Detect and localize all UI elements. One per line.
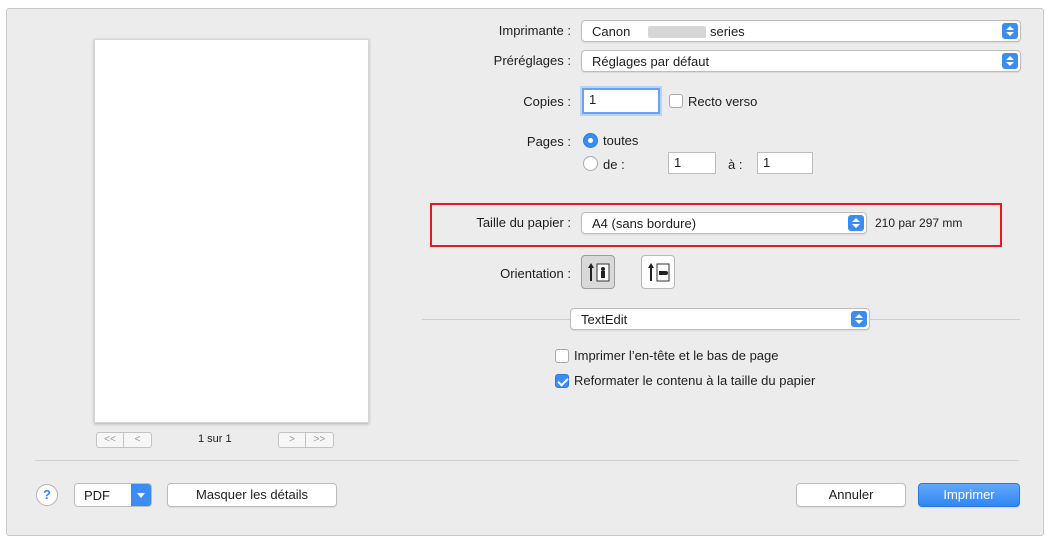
printer-name-prefix: Canon <box>592 24 631 39</box>
copies-input[interactable]: 1 <box>582 88 660 114</box>
landscape-orientation-icon <box>648 263 670 282</box>
duplex-checkbox[interactable] <box>669 94 683 108</box>
printer-popup[interactable]: Canon series <box>581 20 1021 42</box>
page-count: 1 sur 1 <box>198 433 232 445</box>
hide-details-button[interactable]: Masquer les détails <box>167 483 337 507</box>
presets-label: Préréglages : <box>493 53 571 68</box>
pages-label: Pages : <box>526 134 571 149</box>
stepper-icon <box>851 311 867 327</box>
pages-to-input[interactable]: 1 <box>757 152 813 174</box>
header-footer-label: Imprimer l’en-tête et le bas de page <box>574 348 779 363</box>
header-footer-checkbox[interactable] <box>555 349 569 363</box>
first-page-button[interactable]: << <box>97 433 124 447</box>
redacted-model <box>648 26 706 38</box>
pager-back: << < <box>96 432 152 448</box>
page-preview <box>94 39 369 423</box>
help-button[interactable]: ? <box>36 484 58 506</box>
app-section-value: TextEdit <box>581 312 628 327</box>
duplex-label: Recto verso <box>688 94 758 109</box>
presets-value: Réglages par défaut <box>592 54 710 69</box>
pdf-label: PDF <box>84 488 110 503</box>
portrait-orientation-icon <box>588 263 610 282</box>
orientation-label: Orientation : <box>500 266 571 281</box>
orientation-landscape-button[interactable] <box>641 255 675 289</box>
printer-label: Imprimante : <box>498 23 571 38</box>
printer-name-suffix: series <box>710 24 745 39</box>
pages-range-label: de : <box>603 157 625 172</box>
pages-all-label: toutes <box>603 133 639 148</box>
copies-label: Copies : <box>523 94 571 109</box>
paper-size-popup[interactable]: A4 (sans bordure) <box>581 212 867 234</box>
cancel-button[interactable]: Annuler <box>796 483 906 507</box>
pages-range-radio[interactable] <box>583 156 598 171</box>
previous-page-button[interactable]: < <box>124 433 151 447</box>
pdf-menu-button[interactable]: PDF <box>74 483 152 507</box>
next-page-button[interactable]: > <box>279 433 306 447</box>
last-page-button[interactable]: >> <box>306 433 333 447</box>
print-dialog: << < 1 sur 1 > >> Imprimante : Canon ser… <box>6 8 1044 536</box>
chevron-down-icon <box>131 484 151 506</box>
stepper-icon <box>848 215 864 231</box>
footer-separator <box>35 460 1019 461</box>
print-button[interactable]: Imprimer <box>918 483 1020 507</box>
rescale-checkbox[interactable] <box>555 374 569 388</box>
section-separator-left <box>422 319 570 320</box>
pages-all-radio[interactable] <box>583 133 598 148</box>
presets-popup[interactable]: Réglages par défaut <box>581 50 1021 72</box>
orientation-portrait-button[interactable] <box>581 255 615 289</box>
app-section-popup[interactable]: TextEdit <box>570 308 870 330</box>
stepper-icon <box>1002 23 1018 39</box>
paper-dimensions: 210 par 297 mm <box>875 216 963 230</box>
paper-size-label: Taille du papier : <box>476 215 571 230</box>
paper-size-value: A4 (sans bordure) <box>592 216 697 231</box>
pages-to-label: à : <box>728 157 743 172</box>
section-separator-right <box>870 319 1020 320</box>
rescale-label: Reformater le contenu à la taille du pap… <box>574 373 816 388</box>
pager-forward: > >> <box>278 432 334 448</box>
stepper-icon <box>1002 53 1018 69</box>
pages-from-input[interactable]: 1 <box>668 152 716 174</box>
